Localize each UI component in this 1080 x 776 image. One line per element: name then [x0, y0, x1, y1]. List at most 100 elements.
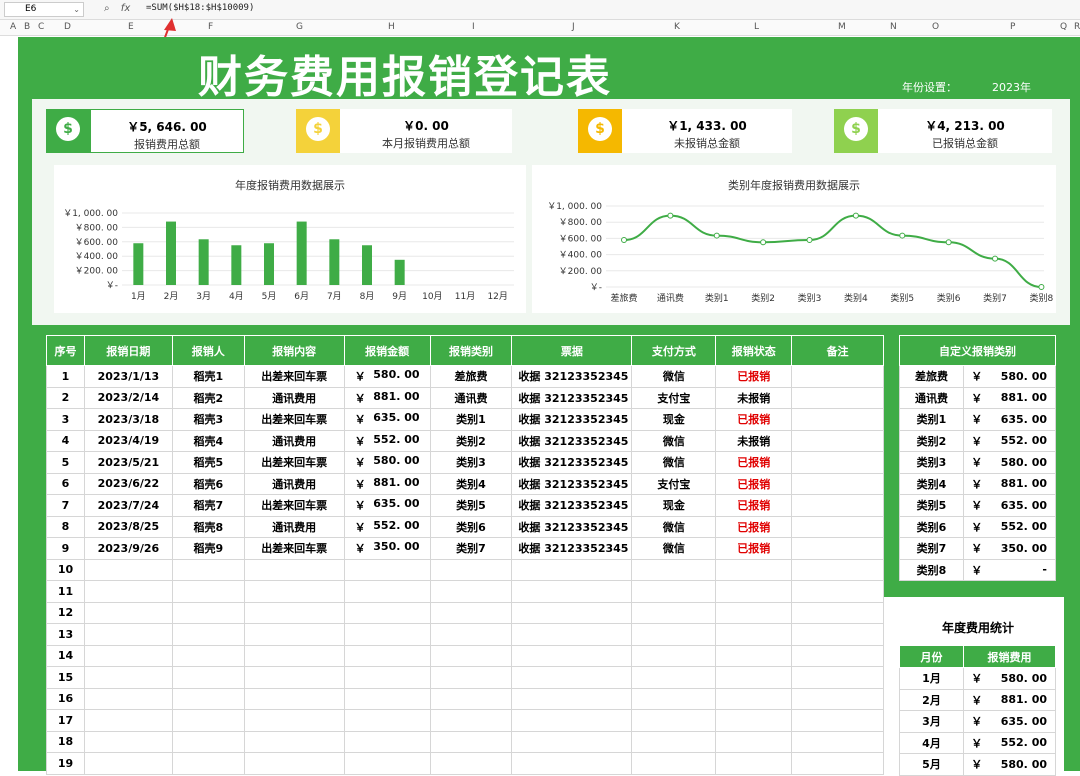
status-cell[interactable] [715, 709, 793, 732]
category-amount[interactable]: 580. 00 [989, 451, 1056, 474]
status-cell[interactable] [715, 687, 793, 710]
category-name[interactable]: 类别2 [899, 429, 964, 452]
category-cell[interactable] [429, 644, 513, 667]
content-cell[interactable] [243, 644, 345, 667]
date-cell[interactable]: 2023/6/22 [83, 472, 173, 495]
month-cell[interactable]: 2月 [899, 688, 964, 711]
row-number[interactable]: 12 [46, 601, 85, 624]
remark-cell[interactable] [791, 687, 884, 710]
payment-cell[interactable] [631, 623, 717, 646]
category-row[interactable]: 类别2 ￥ 552. 00 [899, 429, 1056, 452]
table-row[interactable]: 14 [46, 644, 884, 667]
category-cell[interactable] [429, 601, 513, 624]
receipt-cell[interactable]: 收据 32123352345 [511, 515, 633, 538]
amount-cell[interactable]: ￥ 580. 00 [343, 451, 431, 474]
person-cell[interactable]: 稻壳5 [171, 451, 245, 474]
row-number[interactable]: 14 [46, 644, 85, 667]
content-cell[interactable] [243, 601, 345, 624]
category-cell[interactable]: 类别4 [429, 472, 513, 495]
receipt-cell[interactable] [511, 709, 633, 732]
row-number[interactable]: 16 [46, 687, 85, 710]
category-amount[interactable]: 881. 00 [989, 472, 1056, 495]
receipt-cell[interactable]: 收据 32123352345 [511, 429, 633, 452]
payment-cell[interactable] [631, 580, 717, 603]
person-cell[interactable] [171, 558, 245, 581]
column-header-8[interactable]: 支付方式 [631, 335, 717, 366]
category-row[interactable]: 类别3 ￥ 580. 00 [899, 451, 1056, 474]
status-cell[interactable] [715, 580, 793, 603]
stats-amount[interactable]: 881. 00 [989, 688, 1056, 711]
date-cell[interactable] [83, 601, 173, 624]
category-cell[interactable]: 类别1 [429, 408, 513, 431]
category-amount[interactable]: 552. 00 [989, 429, 1056, 452]
remark-cell[interactable] [791, 666, 884, 689]
remark-cell[interactable] [791, 472, 884, 495]
receipt-cell[interactable]: 收据 32123352345 [511, 472, 633, 495]
stats-row[interactable]: 3月 ￥ 635. 00 [899, 710, 1056, 733]
content-cell[interactable]: 出差来回车票 [243, 537, 345, 560]
content-cell[interactable] [243, 687, 345, 710]
table-row[interactable]: 5 2023/5/21 稻壳5 出差来回车票 ￥ 580. 00 类别3 收据 3212335… [46, 451, 884, 474]
date-cell[interactable] [83, 687, 173, 710]
column-header-2[interactable]: 报销日期 [83, 335, 173, 366]
amount-cell[interactable]: ￥ 552. 00 [343, 429, 431, 452]
content-cell[interactable] [243, 580, 345, 603]
content-cell[interactable]: 出差来回车票 [243, 408, 345, 431]
category-cell[interactable]: 通讯费 [429, 386, 513, 409]
category-cell[interactable] [429, 558, 513, 581]
payment-cell[interactable]: 现金 [631, 494, 717, 517]
category-cell[interactable] [429, 580, 513, 603]
category-row[interactable]: 类别5 ￥ 635. 00 [899, 494, 1056, 517]
person-cell[interactable] [171, 709, 245, 732]
category-cell[interactable]: 类别3 [429, 451, 513, 474]
row-number[interactable]: 4 [46, 429, 85, 452]
remark-cell[interactable] [791, 623, 884, 646]
table-row[interactable]: 10 [46, 558, 884, 581]
amount-cell[interactable]: ￥ 350. 00 [343, 537, 431, 560]
status-cell[interactable] [715, 623, 793, 646]
category-amount[interactable]: 635. 00 [989, 494, 1056, 517]
row-number[interactable]: 5 [46, 451, 85, 474]
row-number[interactable]: 18 [46, 730, 85, 753]
status-cell[interactable]: 已报销 [715, 408, 793, 431]
person-cell[interactable]: 稻壳9 [171, 537, 245, 560]
row-number[interactable]: 9 [46, 537, 85, 560]
remark-cell[interactable] [791, 730, 884, 753]
payment-cell[interactable] [631, 558, 717, 581]
category-amount[interactable]: 350. 00 [989, 537, 1056, 560]
amount-cell[interactable] [343, 666, 431, 689]
receipt-cell[interactable] [511, 623, 633, 646]
receipt-cell[interactable]: 收据 32123352345 [511, 386, 633, 409]
category-amount[interactable]: 552. 00 [989, 515, 1056, 538]
date-cell[interactable] [83, 730, 173, 753]
category-cell[interactable]: 类别6 [429, 515, 513, 538]
stats-row[interactable]: 2月 ￥ 881. 00 [899, 688, 1056, 711]
status-cell[interactable]: 未报销 [715, 429, 793, 452]
amount-cell[interactable]: ￥ 552. 00 [343, 515, 431, 538]
receipt-cell[interactable]: 收据 32123352345 [511, 494, 633, 517]
date-cell[interactable]: 2023/5/21 [83, 451, 173, 474]
status-cell[interactable]: 已报销 [715, 365, 793, 388]
amount-cell[interactable]: ￥ 635. 00 [343, 408, 431, 431]
remark-cell[interactable] [791, 580, 884, 603]
category-amount[interactable]: 881. 00 [989, 386, 1056, 409]
row-number[interactable]: 8 [46, 515, 85, 538]
row-number[interactable]: 17 [46, 709, 85, 732]
amount-cell[interactable] [343, 601, 431, 624]
month-cell[interactable]: 3月 [899, 710, 964, 733]
table-row[interactable]: 9 2023/9/26 稻壳9 出差来回车票 ￥ 350. 00 类别7 收据 3212335… [46, 537, 884, 560]
row-number[interactable]: 13 [46, 623, 85, 646]
month-cell[interactable]: 5月 [899, 753, 964, 776]
remark-cell[interactable] [791, 365, 884, 388]
content-cell[interactable]: 出差来回车票 [243, 494, 345, 517]
content-cell[interactable] [243, 730, 345, 753]
date-cell[interactable] [83, 623, 173, 646]
person-cell[interactable] [171, 644, 245, 667]
table-row[interactable]: 11 [46, 580, 884, 603]
payment-cell[interactable]: 微信 [631, 515, 717, 538]
amount-cell[interactable]: ￥ 635. 00 [343, 494, 431, 517]
category-row[interactable]: 类别1 ￥ 635. 00 [899, 408, 1056, 431]
status-cell[interactable] [715, 730, 793, 753]
payment-cell[interactable]: 微信 [631, 429, 717, 452]
column-header-4[interactable]: 报销内容 [243, 335, 345, 366]
